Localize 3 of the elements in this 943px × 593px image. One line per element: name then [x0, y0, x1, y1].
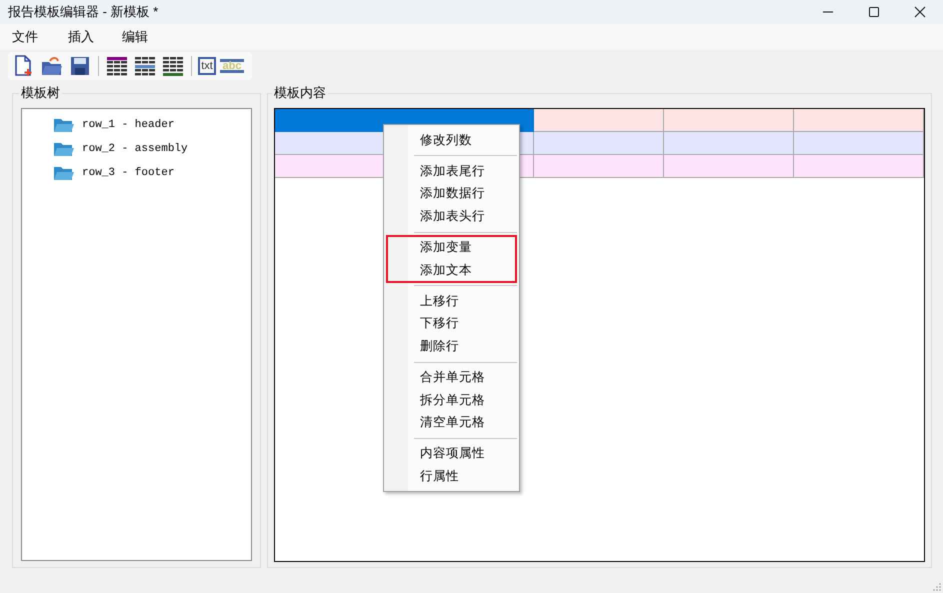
window-title: 报告模板编辑器 - 新模板 * [8, 3, 158, 21]
panel-title: 模板内容 [273, 84, 327, 102]
panel-title: 模板树 [20, 84, 61, 102]
